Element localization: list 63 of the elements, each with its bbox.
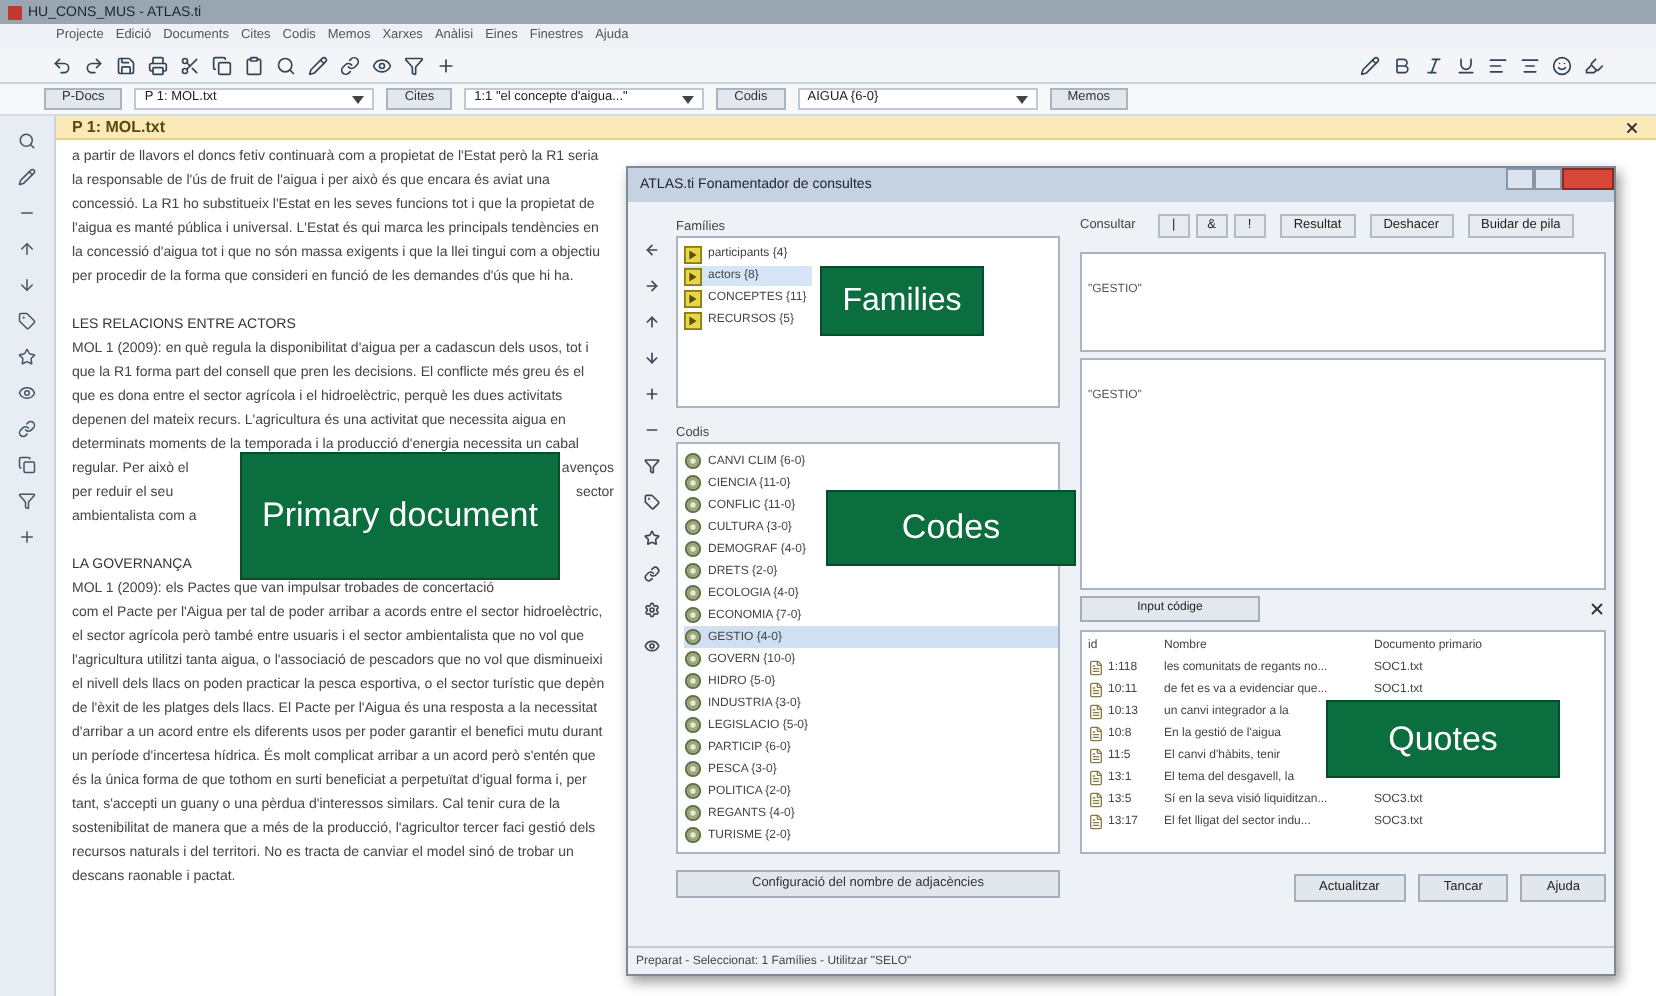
- toolbar-icon[interactable]: [340, 55, 360, 75]
- quote-icon: [1088, 769, 1104, 785]
- side-tool-icon[interactable]: [18, 240, 36, 258]
- document-title: P 1: MOL.txt: [72, 119, 166, 135]
- side-tool-icon[interactable]: [18, 456, 36, 474]
- side-tool-icon[interactable]: [18, 276, 36, 294]
- format-icon[interactable]: [1584, 55, 1604, 75]
- quote-icon: [1088, 791, 1104, 807]
- toolbar-icon[interactable]: [52, 55, 72, 75]
- quote-icon: [1088, 747, 1104, 763]
- side-tool-icon[interactable]: [18, 168, 36, 186]
- format-icon[interactable]: [1520, 55, 1540, 75]
- toolbar-icon[interactable]: [404, 55, 424, 75]
- side-tool-icon[interactable]: [18, 312, 36, 330]
- toolbar-icon[interactable]: [212, 55, 232, 75]
- side-tool-icon[interactable]: [18, 492, 36, 510]
- toolbar-icon[interactable]: [244, 55, 264, 75]
- close-icon[interactable]: [1588, 599, 1606, 617]
- format-icon[interactable]: [1360, 55, 1380, 75]
- operator-icon[interactable]: [644, 458, 660, 474]
- annotation-label: Codes: [826, 490, 1076, 566]
- operator-icon[interactable]: [644, 638, 660, 654]
- toolbar-icon[interactable]: [148, 55, 168, 75]
- side-tool-icon[interactable]: [18, 348, 36, 366]
- side-tool-icon[interactable]: [18, 132, 36, 150]
- toolbar-icon[interactable]: [180, 55, 200, 75]
- operator-icon[interactable]: [644, 602, 660, 618]
- operator-icon[interactable]: [644, 278, 660, 294]
- operator-icon[interactable]: [644, 314, 660, 330]
- annotation-label: Primary document: [240, 452, 560, 580]
- family-icon: [684, 311, 702, 329]
- format-icon[interactable]: [1552, 55, 1572, 75]
- quote-icon: [1088, 725, 1104, 741]
- family-icon: [684, 289, 702, 307]
- format-icon[interactable]: [1392, 55, 1412, 75]
- quote-icon: [1088, 659, 1104, 675]
- operator-icon[interactable]: [644, 530, 660, 546]
- annotation-label: Quotes: [1326, 700, 1560, 778]
- operator-icon[interactable]: [644, 494, 660, 510]
- toolbar-icon[interactable]: [436, 55, 456, 75]
- annotation-label: Families: [820, 266, 984, 336]
- toolbar-icon[interactable]: [84, 55, 104, 75]
- format-icon[interactable]: [1488, 55, 1508, 75]
- toolbar-icon[interactable]: [276, 55, 296, 75]
- side-tool-icon[interactable]: [18, 384, 36, 402]
- toolbar-icon[interactable]: [372, 55, 392, 75]
- operator-icon[interactable]: [644, 350, 660, 366]
- operator-icon[interactable]: [644, 242, 660, 258]
- format-icon[interactable]: [1456, 55, 1476, 75]
- quote-icon: [1088, 703, 1104, 719]
- toolbar-icon[interactable]: [116, 55, 136, 75]
- format-icon[interactable]: [1424, 55, 1444, 75]
- operator-icon[interactable]: [644, 386, 660, 402]
- side-tool-icon[interactable]: [18, 528, 36, 546]
- quote-icon: [1088, 813, 1104, 829]
- quote-icon: [1088, 681, 1104, 697]
- family-icon: [684, 267, 702, 285]
- app-icon: [8, 5, 22, 19]
- side-tool-icon[interactable]: [18, 420, 36, 438]
- toolbar-icon[interactable]: [308, 55, 328, 75]
- close-icon[interactable]: [1624, 119, 1640, 135]
- family-icon: [684, 245, 702, 263]
- operator-icon[interactable]: [644, 566, 660, 582]
